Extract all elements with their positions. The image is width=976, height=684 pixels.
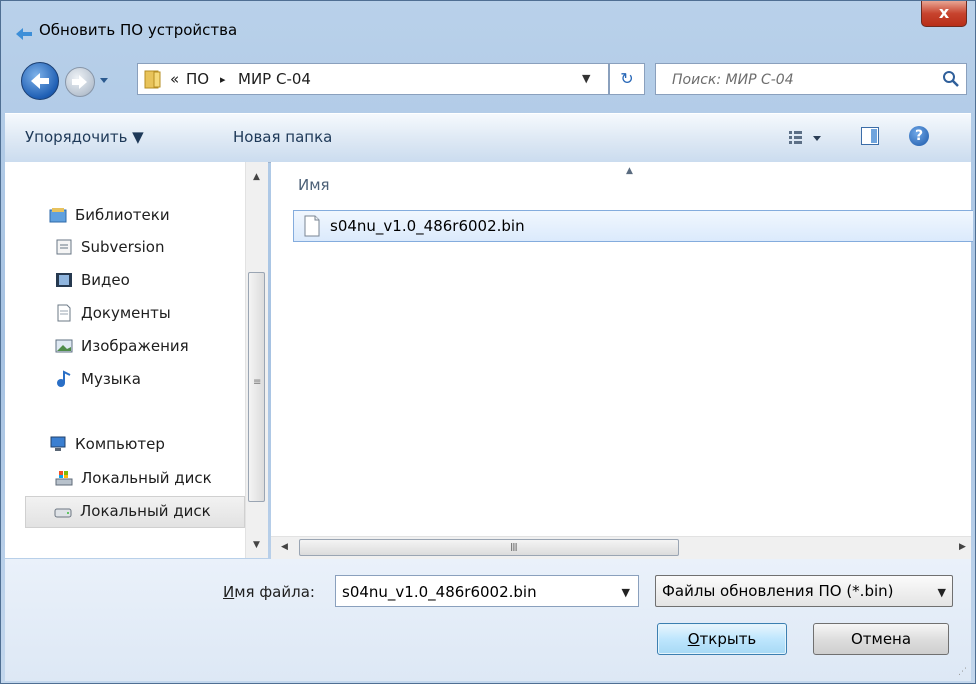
scrollbar-thumb[interactable]: ≡: [248, 272, 265, 502]
open-button-label: ткрыть: [699, 630, 757, 648]
search-input[interactable]: [656, 64, 944, 96]
breadcrumb-mir-c04[interactable]: МИР С-04: [238, 70, 311, 88]
grip-icon: III: [510, 541, 518, 554]
nav-item-local-disk-c[interactable]: Локальный диск: [55, 467, 245, 491]
scroll-left-icon[interactable]: ◀: [281, 542, 288, 552]
search-box[interactable]: [655, 63, 967, 96]
breadcrumb-separator-icon[interactable]: ▸: [220, 73, 226, 86]
refresh-button[interactable]: ↻: [609, 63, 645, 95]
nav-item-pictures[interactable]: Изображения: [55, 335, 245, 359]
nav-label: Компьютер: [75, 435, 165, 453]
breadcrumb-po[interactable]: ПО: [186, 70, 209, 88]
documents-icon: [57, 304, 71, 322]
nav-label: Локальный диск: [81, 469, 212, 487]
arrow-left-icon: [31, 73, 49, 89]
resize-grip-icon[interactable]: ⋰: [958, 667, 967, 677]
window-title: Обновить ПО устройства: [39, 21, 238, 39]
new-folder-button[interactable]: Новая папка: [233, 128, 332, 146]
title-bar: Обновить ПО устройства x: [1, 1, 975, 53]
back-button[interactable]: [21, 62, 59, 100]
file-type-value: Файлы обновления ПО (*.bin): [662, 582, 894, 600]
video-icon: [56, 273, 72, 287]
scroll-right-icon[interactable]: ▶: [959, 542, 966, 552]
music-icon: [57, 370, 71, 387]
nav-item-documents[interactable]: Документы: [55, 302, 245, 326]
filename-combobox[interactable]: ▼: [335, 575, 639, 608]
cancel-button[interactable]: Отмена: [813, 623, 949, 655]
subversion-icon: [56, 239, 72, 255]
scrollbar-thumb[interactable]: III: [299, 539, 679, 556]
navigation-pane: Библиотеки Subversion Видео Документы Из…: [5, 162, 268, 558]
address-dropdown-icon[interactable]: ▼: [582, 72, 590, 85]
filename-label: Имя файла:: [223, 583, 315, 601]
grip-icon: ≡: [253, 377, 261, 388]
folder-icon: [144, 70, 161, 89]
nav-item-subversion[interactable]: Subversion: [55, 236, 245, 260]
nav-label: Subversion: [81, 238, 165, 256]
nav-label: Музыка: [81, 370, 141, 388]
drive-icon: [54, 508, 72, 518]
open-button[interactable]: Открыть: [657, 623, 787, 655]
open-button-mnemonic: О: [687, 630, 700, 648]
nav-label: Документы: [81, 304, 171, 322]
file-type-dropdown-icon[interactable]: ▼: [938, 586, 946, 599]
nav-item-libraries[interactable]: Библиотеки: [49, 204, 249, 228]
column-header-name[interactable]: Имя: [298, 176, 330, 194]
file-item[interactable]: s04nu_v1.0_486r6002.bin: [293, 210, 973, 242]
filename-input[interactable]: [336, 576, 614, 608]
scroll-down-icon[interactable]: ▼: [253, 540, 260, 550]
update-app-icon: [16, 28, 32, 40]
forward-button[interactable]: [65, 67, 95, 97]
nav-pane-vertical-scrollbar[interactable]: ▲ ≡ ▼: [245, 162, 268, 558]
preview-pane-icon[interactable]: [861, 127, 879, 145]
sort-ascending-icon: ▲: [626, 166, 633, 176]
address-overflow[interactable]: «: [170, 70, 179, 88]
nav-label: Видео: [81, 271, 130, 289]
nav-item-video[interactable]: Видео: [55, 269, 245, 293]
open-file-dialog: Обновить ПО устройства x « ПО ▸ МИР С-04: [0, 0, 976, 684]
filename-label-text: мя файла:: [234, 583, 315, 601]
help-icon[interactable]: ?: [909, 126, 929, 146]
nav-label: Локальный диск: [80, 502, 211, 520]
file-list-horizontal-scrollbar[interactable]: ◀ III ▶: [271, 536, 971, 559]
file-icon: [304, 215, 320, 237]
system-drive-icon: [55, 471, 73, 486]
address-row: « ПО ▸ МИР С-04 ▼ ↻: [1, 59, 975, 107]
nav-item-local-disk-d[interactable]: Локальный диск: [25, 496, 245, 528]
search-icon[interactable]: [942, 70, 960, 88]
pictures-icon: [55, 339, 73, 353]
recent-pages-dropdown-icon[interactable]: [98, 73, 110, 87]
nav-label: Изображения: [81, 337, 189, 355]
file-name: s04nu_v1.0_486r6002.bin: [330, 217, 525, 235]
scroll-up-icon[interactable]: ▲: [253, 172, 260, 182]
filename-dropdown-icon[interactable]: ▼: [622, 586, 630, 599]
file-list-pane: ▲ Имя s04nu_v1.0_486r6002.bin ◀ III ▶: [271, 162, 973, 559]
command-toolbar: Упорядочить ▼ Новая папка ?: [5, 113, 971, 163]
arrow-right-icon: [72, 75, 87, 89]
nav-item-computer[interactable]: Компьютер: [49, 433, 245, 457]
filename-label-mnemonic: И: [223, 583, 235, 601]
address-bar[interactable]: « ПО ▸ МИР С-04 ▼: [137, 63, 609, 95]
file-type-select[interactable]: Файлы обновления ПО (*.bin) ▼: [655, 575, 953, 607]
computer-icon: [50, 436, 66, 451]
change-view-icon[interactable]: [787, 128, 827, 148]
nav-item-music[interactable]: Музыка: [55, 368, 245, 392]
close-button[interactable]: x: [921, 1, 967, 27]
nav-label: Библиотеки: [75, 206, 170, 224]
organize-menu-button[interactable]: Упорядочить ▼: [25, 128, 144, 146]
refresh-icon: ↻: [620, 69, 634, 88]
libraries-icon: [49, 208, 67, 223]
dialog-footer: Имя файла: ▼ Файлы обновления ПО (*.bin)…: [5, 559, 971, 681]
